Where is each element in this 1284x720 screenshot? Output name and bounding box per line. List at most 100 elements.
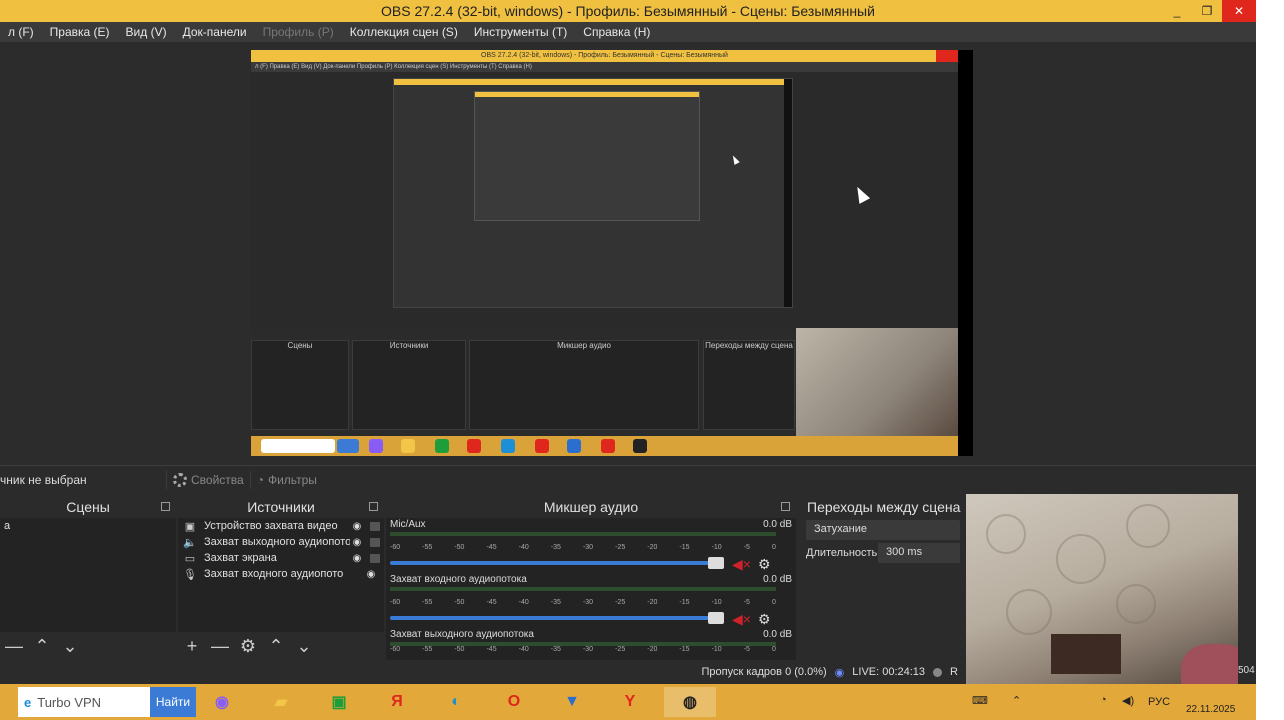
no-source-label: чник не выбран (0, 472, 87, 487)
sources-list[interactable]: ▣ Устройство захвата видео ◉ 🔈 Захват вы… (178, 518, 384, 632)
gear-icon[interactable]: ⚙ (758, 556, 771, 573)
add-source-button[interactable]: + (182, 636, 202, 657)
volume-meter (390, 587, 776, 591)
opera-icon[interactable]: O (497, 687, 531, 717)
menu-edit[interactable]: Правка (E) (42, 25, 118, 39)
file-explorer-icon[interactable]: ▰ (264, 687, 298, 717)
tray-date[interactable]: 22.11.2025 (1186, 704, 1235, 715)
taskbar-search-input[interactable]: e Turbo VPN (18, 687, 150, 717)
track-name: Захват входного аудиопотока (390, 574, 527, 585)
eye-icon[interactable]: ◉ (364, 569, 378, 580)
tick-label: 0 (771, 646, 776, 653)
minimize-button[interactable]: _ (1162, 0, 1192, 22)
move-up-button[interactable]: ⌃ (32, 636, 52, 657)
close-button[interactable]: ✕ (1222, 0, 1256, 22)
volume-slider[interactable] (390, 616, 720, 620)
nested-canvas (251, 72, 958, 362)
menu-docks[interactable]: Док-панели (175, 25, 255, 39)
duration-input[interactable]: 300 ms (878, 543, 960, 563)
app-glyph: ◐ (451, 693, 461, 710)
nested-app-icon (467, 439, 481, 453)
maximize-button[interactable]: ❐ (1192, 0, 1222, 22)
store-icon[interactable]: ▣ (322, 687, 356, 717)
app-glyph: O (507, 693, 521, 710)
properties-label: Свойства (191, 472, 244, 487)
vpn-shield-icon[interactable]: ▼ (555, 687, 589, 717)
undock-icon[interactable] (369, 502, 378, 511)
volume-slider[interactable] (390, 561, 720, 565)
move-down-button[interactable]: ⌄ (294, 636, 314, 657)
scenes-list[interactable]: а (0, 518, 176, 632)
yandex-browser-icon[interactable]: Y (613, 687, 647, 717)
move-down-button[interactable]: ⌄ (60, 636, 80, 657)
menu-profile: Профиль (P) (262, 25, 334, 39)
source-item[interactable]: 🎙 Захват входного аудиопото ◉ (178, 566, 384, 582)
nested-app-icon (369, 439, 383, 453)
transition-select[interactable]: Затухание (806, 520, 960, 540)
volume-slider-handle[interactable] (708, 557, 724, 569)
meter-scale: -60 -55 -50 -45 -40 -35 -30 -25 -20 -15 -10 -5 0 (390, 544, 776, 552)
language-indicator[interactable]: РУС (1148, 696, 1170, 708)
meter-scale: -60 -55 -50 -45 -40 -35 -30 -25 -20 -15 -10 -5 0 (390, 599, 776, 607)
edge-icon[interactable]: ◐ (439, 687, 473, 717)
tick-label: -50 (454, 544, 465, 551)
obs-icon[interactable]: ◍ (664, 687, 716, 717)
meter-scale: -60 -55 -50 -45 -40 -35 -30 -25 -20 -15 -10 -5 0 (390, 646, 776, 654)
mixer-track: Захват выходного аудиопотока 0.0 dB -60 -… (386, 628, 796, 658)
tick-label: -45 (486, 544, 497, 551)
remove-scene-button[interactable]: — (4, 636, 24, 657)
app-glyph: Y (624, 693, 636, 710)
network-icon[interactable]: ◔ (1100, 694, 1107, 706)
tray-expand-icon[interactable]: ⌃ (1012, 694, 1021, 707)
nested-app-icon (633, 439, 647, 453)
nested-transitions-panel: Переходы между сцена (703, 340, 795, 430)
wallpaper-pattern (1006, 589, 1052, 635)
title-bar: OBS 27.2.4 (32-bit, windows) - Профиль: … (0, 0, 1256, 22)
eye-icon[interactable]: ◉ (350, 521, 364, 532)
source-item[interactable]: ▭ Захват экрана ◉ (178, 550, 384, 566)
undock-icon[interactable] (161, 502, 170, 511)
undock-icon[interactable] (781, 502, 790, 511)
tick-label: -5 (743, 599, 750, 606)
source-item[interactable]: 🔈 Захват выходного аудиопото ◉ (178, 534, 384, 550)
scene-item[interactable]: а (0, 518, 176, 534)
filters-button[interactable]: ◔ Фильтры (249, 470, 323, 489)
nested-docks: Сцены Источники Микшер аудио Переходы ме… (251, 328, 958, 436)
menu-help[interactable]: Справка (H) (575, 25, 658, 39)
muted-speaker-icon[interactable]: ◀× (732, 556, 751, 572)
eye-icon[interactable]: ◉ (350, 537, 364, 548)
keyboard-icon[interactable]: ⌨ (972, 694, 988, 707)
tick-label: -15 (679, 599, 690, 606)
volume-icon[interactable]: ◀) (1122, 694, 1134, 707)
volume-meter (390, 532, 776, 536)
track-db: 0.0 dB (763, 519, 792, 530)
microphone-icon: 🎙 (183, 568, 197, 581)
menu-tools[interactable]: Инструменты (T) (466, 25, 575, 39)
lock-icon[interactable] (370, 553, 380, 563)
tick-label: -40 (518, 599, 529, 606)
menu-view[interactable]: Вид (V) (118, 25, 175, 39)
muted-speaker-icon[interactable]: ◀× (732, 611, 751, 627)
lock-icon[interactable] (370, 537, 380, 547)
lock-icon[interactable] (370, 521, 380, 531)
source-item[interactable]: ▣ Устройство захвата видео ◉ (178, 518, 384, 534)
menu-scene-collection[interactable]: Коллекция сцен (S) (342, 25, 466, 39)
remove-source-button[interactable]: — (210, 636, 230, 657)
gear-icon[interactable]: ⚙ (758, 611, 771, 628)
search-button[interactable]: Найти (150, 687, 196, 717)
tick-label: -15 (679, 544, 690, 551)
source-settings-button[interactable]: ⚙ (238, 636, 258, 657)
menu-file[interactable]: л (F) (0, 25, 42, 39)
nested-mixer-panel: Микшер аудио (469, 340, 699, 430)
tick-label: -30 (582, 544, 594, 551)
volume-slider-handle[interactable] (708, 612, 724, 624)
wallpaper-pattern (986, 514, 1026, 554)
alice-icon[interactable]: ◉ (205, 687, 239, 717)
tick-label: 0 (771, 599, 776, 606)
yandex-icon[interactable]: Я (380, 687, 414, 717)
eye-icon[interactable]: ◉ (350, 553, 364, 564)
properties-button[interactable]: Свойства (166, 470, 250, 489)
move-up-button[interactable]: ⌃ (266, 636, 286, 657)
tick-label: -10 (711, 646, 722, 653)
source-item-label: Захват входного аудиопото (204, 568, 344, 580)
